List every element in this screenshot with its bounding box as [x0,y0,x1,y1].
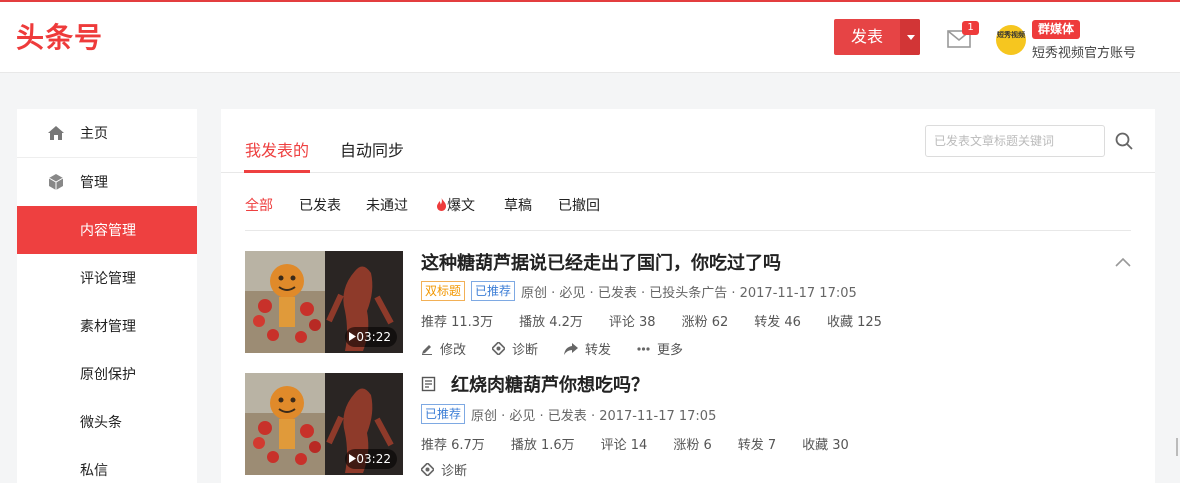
video-duration: 03:22 [345,327,397,347]
article-meta-text: 原创 · 必见 · 已发表 · 2017-11-17 17:05 [471,408,717,424]
forward-icon [564,342,579,355]
more-button[interactable]: 更多 [637,339,683,358]
active-tab-indicator [244,170,310,173]
forward-button[interactable]: 转发 [564,339,611,358]
sidebar-item-messages[interactable]: 私信 [17,446,197,483]
sidebar-item-material-management[interactable]: 素材管理 [17,302,197,350]
stat-fans: 涨粉 6 [673,438,712,453]
article-meta-text: 原创 · 必见 · 已发表 · 已投头条广告 · 2017-11-17 17:0… [521,285,857,301]
sidebar: 主页 管理 内容管理 评论管理 素材管理 原创保护 微头条 私信 [17,109,197,483]
mail-count-badge: 1 [962,21,979,35]
sidebar-item-label: 原创保护 [80,367,136,383]
content-panel: 我发表的 自动同步 全部 已发表 未通过 爆文 草稿 已撤回 [221,109,1155,483]
sidebar-item-label: 主页 [80,126,108,142]
pencil-icon [422,344,432,355]
diagnose-label: 诊断 [441,464,468,479]
edit-button[interactable]: 修改 [421,339,466,358]
caret-down-icon [906,34,915,40]
filter-hot-label: 爆文 [447,198,475,214]
home-icon [48,126,64,140]
cube-icon [48,174,64,190]
more-label: 更多 [657,343,684,358]
scrollbar[interactable] [1176,438,1178,456]
stat-comments: 评论 14 [600,438,648,453]
filter-published[interactable]: 已发表 [299,195,341,215]
filter-rejected[interactable]: 未通过 [366,195,408,215]
article-actions: 修改 诊断 转发 更多 [421,339,709,358]
article-stats: 推荐 11.3万 播放 4.2万 评论 38 涨粉 62 转发 46 收藏 125 [421,311,908,330]
tab-bar: 我发表的 自动同步 [221,109,1155,173]
diagnose-button[interactable]: 诊断 [492,339,538,358]
article-title[interactable]: 红烧肉糖葫芦你想吃吗？ [451,371,649,397]
tab-auto-sync[interactable]: 自动同步 [340,137,404,161]
filter-withdrawn[interactable]: 已撤回 [558,195,600,215]
publish-dropdown[interactable] [900,19,920,55]
article-meta: 双标题 已推荐 原创 · 必见 · 已发表 · 已投头条广告 · 2017-11… [421,281,857,301]
sidebar-item-comment-management[interactable]: 评论管理 [17,254,197,302]
diagnose-icon [421,463,434,476]
flame-icon [437,198,447,211]
stat-plays: 播放 4.2万 [519,315,583,330]
sidebar-item-label: 素材管理 [80,319,136,335]
dual-title-tag: 双标题 [421,281,466,301]
diagnose-button[interactable]: 诊断 [421,460,467,479]
top-header: 头条号 发表 1 短秀视频 群媒体 短秀视频官方账号 [0,2,1180,73]
forward-label: 转发 [585,343,612,358]
video-duration: 03:22 [345,449,397,469]
sidebar-item-home[interactable]: 主页 [17,109,197,157]
video-thumbnail[interactable]: 03:22 [245,373,403,475]
duration-text: 03:22 [356,452,391,466]
logo[interactable]: 头条号 [16,20,103,56]
account-type-badge: 群媒体 [1032,20,1081,39]
sidebar-item-label: 微头条 [80,415,122,431]
stat-recommend: 推荐 11.3万 [421,315,494,330]
stat-favorites: 收藏 125 [826,315,882,330]
sidebar-item-label: 管理 [80,175,108,191]
article-title[interactable]: 这种糖葫芦据说已经走出了国门，你吃过了吗 [421,249,781,275]
filter-all[interactable]: 全部 [245,195,273,215]
sidebar-item-label: 内容管理 [80,223,136,239]
stat-recommend: 推荐 6.7万 [421,438,485,453]
video-thumbnail[interactable]: 03:22 [245,251,403,353]
stat-favorites: 收藏 30 [802,438,849,453]
duration-text: 03:22 [356,330,391,344]
diagnose-label: 诊断 [512,343,539,358]
filter-hot[interactable]: 爆文 [436,195,475,215]
tab-my-published[interactable]: 我发表的 [245,137,309,161]
article-doc-icon [421,376,436,392]
article-actions: 诊断 [421,460,493,479]
publish-button-label[interactable]: 发表 [834,19,900,55]
avatar[interactable]: 短秀视频 [996,25,1026,55]
stat-shares: 转发 7 [737,438,777,453]
recommended-tag: 已推荐 [471,281,516,301]
stat-shares: 转发 46 [754,315,801,330]
stat-comments: 评论 38 [608,315,656,330]
filter-drafts[interactable]: 草稿 [504,195,532,215]
article-item: 03:22 红烧肉糖葫芦你想吃吗？ 已推荐 原创 · 必见 · 已发表 · 20… [245,373,1131,483]
article-item: 03:22 这种糖葫芦据说已经走出了国门，你吃过了吗 双标题 已推荐 原创 · … [245,251,1131,361]
status-filter-bar: 全部 已发表 未通过 爆文 草稿 已撤回 [245,193,1131,231]
stat-fans: 涨粉 62 [681,315,729,330]
article-stats: 推荐 6.7万 播放 1.6万 评论 14 涨粉 6 转发 7 收藏 30 [421,434,875,453]
account-name[interactable]: 短秀视频官方账号 [1032,42,1136,61]
diagnose-icon [492,342,506,355]
sidebar-item-manage[interactable]: 管理 [17,158,197,206]
sidebar-item-label: 私信 [80,463,108,479]
more-icon [637,346,650,351]
chevron-up-icon[interactable] [1115,257,1131,267]
sidebar-item-content-management[interactable]: 内容管理 [17,206,197,254]
search-input[interactable] [925,125,1105,157]
edit-label: 修改 [440,343,467,358]
publish-button[interactable]: 发表 [834,19,920,55]
sidebar-item-label: 评论管理 [80,271,136,287]
sidebar-item-original-protection[interactable]: 原创保护 [17,350,197,398]
stat-plays: 播放 1.6万 [510,438,575,453]
article-meta: 已推荐 原创 · 必见 · 已发表 · 2017-11-17 17:05 [421,404,716,424]
sidebar-item-micro-headline[interactable]: 微头条 [17,398,197,446]
recommended-tag: 已推荐 [421,404,466,424]
search-icon[interactable] [1114,131,1134,151]
